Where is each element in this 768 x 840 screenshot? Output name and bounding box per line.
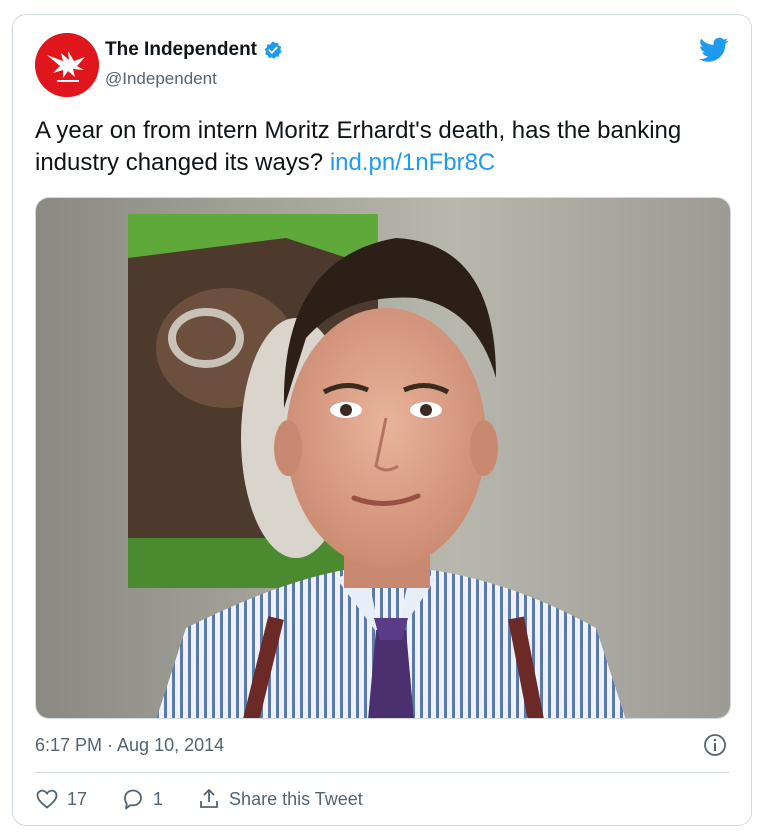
- share-button[interactable]: Share this Tweet: [197, 787, 363, 811]
- verified-badge-icon: [264, 41, 282, 59]
- author-avatar[interactable]: [35, 33, 99, 97]
- tweet-image[interactable]: [35, 197, 731, 719]
- like-count: 17: [67, 788, 88, 809]
- twitter-bird-icon[interactable]: [699, 37, 729, 63]
- heart-icon: [36, 789, 58, 809]
- share-icon: [200, 789, 218, 808]
- divider: [35, 772, 729, 773]
- reply-icon: [124, 789, 142, 810]
- tweet-timestamp[interactable]: 6:17 PM · Aug 10, 2014: [35, 735, 224, 756]
- info-icon[interactable]: [703, 733, 727, 757]
- reply-button[interactable]: 1: [121, 787, 163, 811]
- like-button[interactable]: 17: [35, 787, 87, 811]
- share-label: Share this Tweet: [229, 788, 363, 809]
- author-display-name[interactable]: The Independent: [105, 39, 257, 61]
- author-name-row[interactable]: The Independent: [105, 39, 283, 61]
- portrait-photo: [36, 198, 730, 718]
- author-handle[interactable]: @Independent: [105, 69, 217, 89]
- tweet-text: A year on from intern Moritz Erhardt's d…: [35, 115, 715, 179]
- tweet-link[interactable]: ind.pn/1nFbr8C: [330, 149, 495, 176]
- eagle-logo-icon: [35, 33, 99, 97]
- reply-count: 1: [153, 788, 164, 809]
- tweet-actions: 17 1 Share this Tweet: [35, 787, 397, 811]
- tweet-card: The Independent @Independent A year on f…: [12, 14, 752, 826]
